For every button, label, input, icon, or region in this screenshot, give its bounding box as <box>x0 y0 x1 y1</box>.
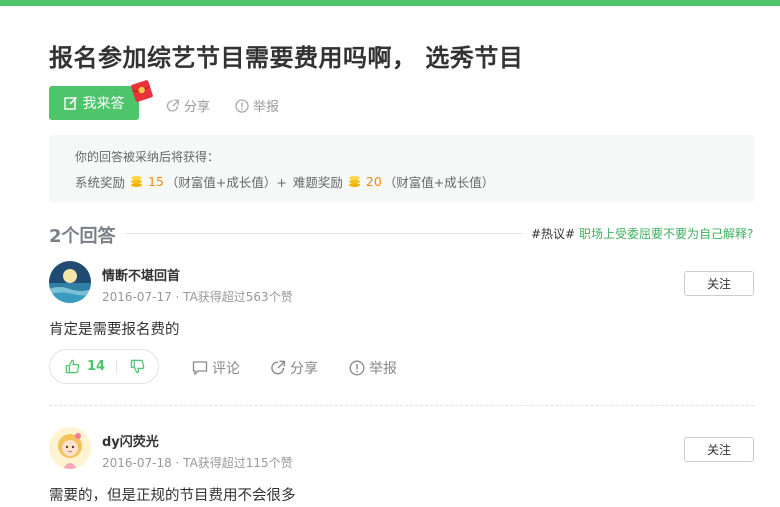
answer-button-label: 我来答 <box>82 96 125 112</box>
thumbs-up-icon <box>65 359 80 374</box>
answer-report-label: 举报 <box>369 361 397 377</box>
answer-share-button[interactable]: 分享 <box>270 358 318 378</box>
answer-meta: 2016-07-17 · TA获得超过563个赞 <box>102 290 293 304</box>
answer-text: 肯定是需要报名费的 <box>49 322 180 338</box>
answer-report-button[interactable]: 举报 <box>349 358 397 378</box>
hard-reward-label: 难题奖励 <box>292 175 343 190</box>
reward-box: 你的回答被采纳后将获得： 系统奖励 15 （财富值+成长值）+ 难题奖励 20 … <box>49 135 754 202</box>
answer-text: 需要的，但是正规的节目费用不会很多 <box>49 488 296 504</box>
divider <box>125 233 523 234</box>
thumbs-down-icon <box>130 359 145 374</box>
edit-icon <box>63 96 77 110</box>
dislike-button[interactable] <box>117 359 158 374</box>
reward-details: 系统奖励 15 （财富值+成长值）+ 难题奖励 20 （财富值+成长值） <box>75 172 494 191</box>
question-share-label: 分享 <box>184 100 211 115</box>
system-reward-label: 系统奖励 <box>75 175 126 190</box>
follow-button[interactable]: 关注 <box>684 437 754 462</box>
avatar[interactable] <box>49 427 91 469</box>
vote-control: 14 <box>49 349 159 384</box>
answer-meta: 2016-07-18 · TA获得超过115个赞 <box>102 456 293 470</box>
avatar-image <box>49 261 91 303</box>
like-count: 14 <box>87 359 106 374</box>
report-icon <box>235 98 249 113</box>
share-icon <box>271 360 286 375</box>
hot-topic-link[interactable]: 职场上受委屈要不要为自己解释? <box>579 227 753 241</box>
system-reward-unit: （财富值+成长值）+ <box>165 175 287 190</box>
avatar-image <box>49 427 91 469</box>
question-report-button[interactable]: 举报 <box>235 96 279 115</box>
answer-separator <box>49 405 754 406</box>
share-icon <box>166 98 180 112</box>
comment-label: 评论 <box>212 361 240 377</box>
comment-button[interactable]: 评论 <box>192 358 240 378</box>
like-button[interactable]: 14 <box>50 359 116 374</box>
reward-intro: 你的回答被采纳后将获得： <box>75 150 220 164</box>
comment-icon <box>192 361 208 376</box>
avatar[interactable] <box>49 261 91 303</box>
answer-button[interactable]: 我来答 <box>49 86 139 120</box>
answer-count: 2个回答 <box>49 226 116 247</box>
top-accent-bar <box>0 0 780 6</box>
hard-reward-value: 20 <box>365 174 382 189</box>
report-icon <box>349 360 365 376</box>
answer-share-label: 分享 <box>290 361 318 377</box>
answer-username[interactable]: 情断不堪回首 <box>102 265 180 284</box>
hot-topic: #热议# 职场上受委屈要不要为自己解释? <box>531 225 753 242</box>
question-report-label: 举报 <box>253 100 280 115</box>
question-share-button[interactable]: 分享 <box>166 96 210 115</box>
coin-icon <box>131 176 143 187</box>
hot-topic-tag: #热议# <box>531 227 576 241</box>
follow-button[interactable]: 关注 <box>684 271 754 296</box>
answer-username[interactable]: dy闪荧光 <box>102 431 159 450</box>
question-title: 报名参加综艺节目需要费用吗啊， 选秀节目 <box>49 44 524 72</box>
system-reward-value: 15 <box>148 174 164 189</box>
hard-reward-unit: （财富值+成长值） <box>383 175 495 190</box>
coin-icon <box>348 176 360 187</box>
